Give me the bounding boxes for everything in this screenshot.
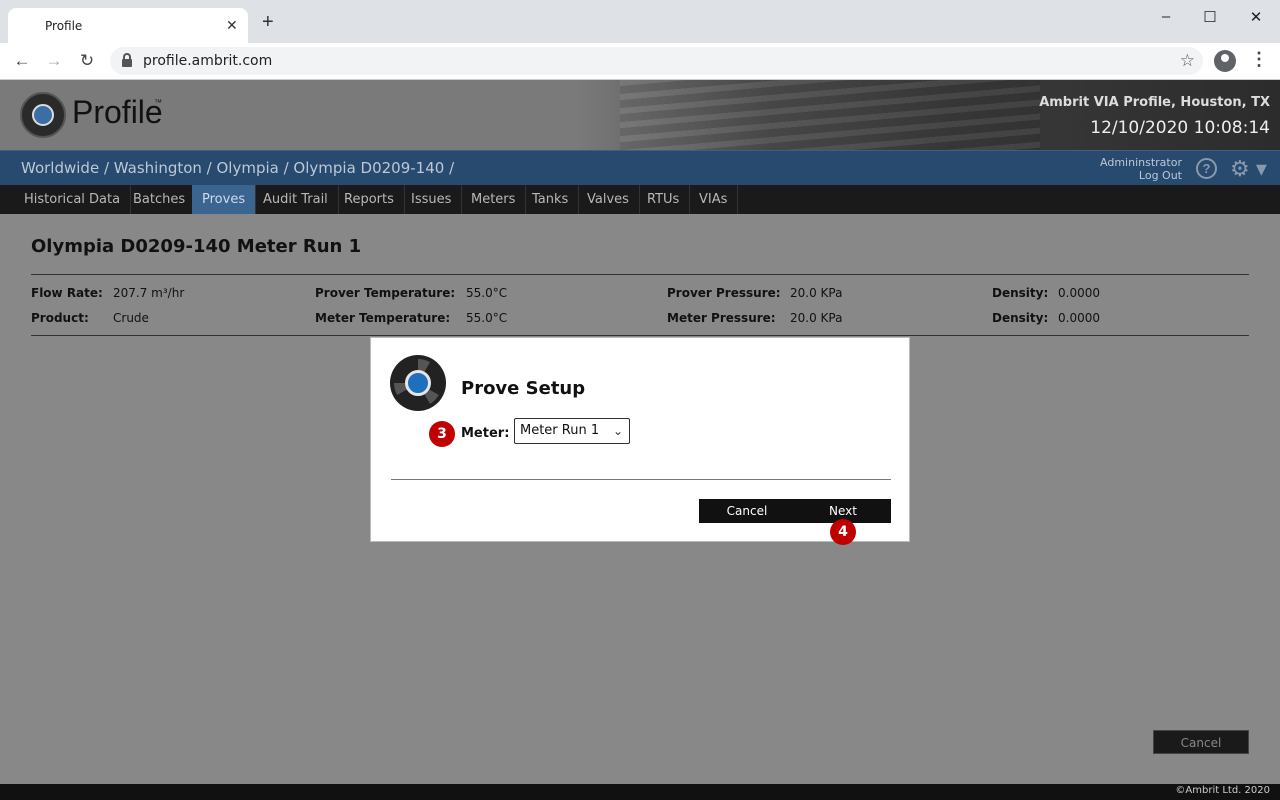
meter-select-value: Meter Run 1	[520, 423, 600, 438]
meter-temperature-value: 55.0°C	[466, 311, 508, 325]
meter-temperature-label: Meter Temperature:	[315, 311, 451, 325]
forward-icon[interactable]: →	[44, 51, 64, 71]
page-title: Olympia D0209-140 Meter Run 1	[31, 236, 362, 257]
logo-text: Profile	[72, 94, 163, 130]
window-close-icon[interactable]: ✕	[1246, 8, 1266, 26]
browser-tab[interactable]: Profile ✕	[8, 8, 248, 43]
prover-pressure-label: Prover Pressure:	[667, 286, 781, 300]
menu-vias[interactable]: VIAs	[689, 185, 739, 214]
user-info: Admininstrator Log Out	[1100, 156, 1182, 182]
logo-trademark: ™	[154, 98, 162, 107]
header-banner-image	[620, 80, 1040, 150]
logout-link[interactable]: Log Out	[1100, 169, 1182, 182]
tab-close-icon[interactable]: ✕	[226, 17, 238, 34]
profile-logo-icon	[390, 355, 446, 411]
step-badge: 4	[830, 519, 856, 545]
browser-tab-strip: Profile ✕ + – ☐ ✕	[0, 0, 1280, 43]
dialog-title: Prove Setup	[461, 378, 586, 399]
current-datetime: 12/10/2020 10:08:14	[1090, 118, 1270, 138]
copyright: ©Ambrit Ltd. 2020	[1175, 785, 1270, 796]
profile-logo-icon	[20, 92, 66, 138]
maximize-icon[interactable]: ☐	[1200, 8, 1220, 26]
meter-pressure-value: 20.0 KPa	[790, 311, 843, 325]
tab-title: Profile	[45, 19, 83, 33]
minimize-icon[interactable]: –	[1156, 8, 1176, 25]
page-cancel-button[interactable]: Cancel	[1153, 730, 1249, 754]
meter-select[interactable]: Meter Run 1 ⌄	[514, 418, 630, 444]
meter-pressure-label: Meter Pressure:	[667, 311, 776, 325]
divider	[31, 274, 1249, 275]
density-value: 0.0000	[1058, 311, 1100, 325]
url-text[interactable]: profile.ambrit.com	[143, 53, 272, 69]
address-bar[interactable]: profile.ambrit.com ☆	[110, 47, 1203, 75]
main-menu: Historical Data Batches Proves Audit Tra…	[0, 185, 1280, 214]
breadcrumb-bar: Worldwide / Washington / Olympia / Olymp…	[0, 150, 1280, 185]
site-name: Ambrit VIA Profile, Houston, TX	[1039, 95, 1270, 110]
menu-valves[interactable]: Valves	[577, 185, 640, 214]
browser-menu-icon[interactable]: ⋮	[1250, 49, 1268, 70]
density-value: 0.0000	[1058, 286, 1100, 300]
reload-icon[interactable]: ↻	[77, 51, 97, 71]
prover-temperature-label: Prover Temperature:	[315, 286, 456, 300]
menu-rtus[interactable]: RTUs	[637, 185, 691, 214]
app-header: Profile ™ Ambrit VIA Profile, Houston, T…	[0, 80, 1280, 150]
product-label: Product:	[31, 311, 89, 325]
flow-rate-label: Flow Rate:	[31, 286, 103, 300]
menu-proves[interactable]: Proves	[192, 185, 257, 214]
step-badge: 3	[429, 421, 455, 447]
cancel-button[interactable]: Cancel	[699, 499, 795, 523]
menu-issues[interactable]: Issues	[401, 185, 463, 214]
menu-reports[interactable]: Reports	[334, 185, 405, 214]
footer: ©Ambrit Ltd. 2020	[0, 784, 1280, 800]
prove-setup-dialog: Prove Setup 3 Meter: Meter Run 1 ⌄ Cance…	[370, 337, 910, 545]
chevron-down-icon: ⌄	[612, 424, 623, 438]
lock-icon	[122, 53, 132, 67]
profile-avatar-icon[interactable]	[1214, 50, 1236, 72]
density-label: Density:	[992, 311, 1049, 325]
flow-rate-value: 207.7 m³/hr	[113, 286, 185, 300]
product-value: Crude	[113, 311, 149, 325]
bookmark-star-icon[interactable]: ☆	[1180, 51, 1195, 71]
settings-gear-icon[interactable]: ⚙ ▾	[1230, 156, 1267, 182]
menu-batches[interactable]: Batches	[123, 185, 197, 214]
menu-meters[interactable]: Meters	[461, 185, 527, 214]
help-icon[interactable]: ?	[1196, 158, 1217, 179]
new-tab-icon[interactable]: +	[262, 12, 274, 32]
menu-historical-data[interactable]: Historical Data	[14, 185, 132, 214]
menu-tanks[interactable]: Tanks	[522, 185, 580, 214]
dialog-divider	[391, 479, 891, 480]
user-name: Admininstrator	[1100, 156, 1182, 169]
back-icon[interactable]: ←	[12, 51, 32, 71]
density-label: Density:	[992, 286, 1049, 300]
divider	[31, 335, 1249, 336]
menu-audit-trail[interactable]: Audit Trail	[253, 185, 339, 214]
browser-toolbar: ← → ↻ profile.ambrit.com ☆ ⋮	[0, 43, 1280, 80]
meter-label: Meter:	[461, 426, 510, 441]
prover-temperature-value: 55.0°C	[466, 286, 508, 300]
breadcrumb[interactable]: Worldwide / Washington / Olympia / Olymp…	[21, 159, 454, 177]
prover-pressure-value: 20.0 KPa	[790, 286, 843, 300]
